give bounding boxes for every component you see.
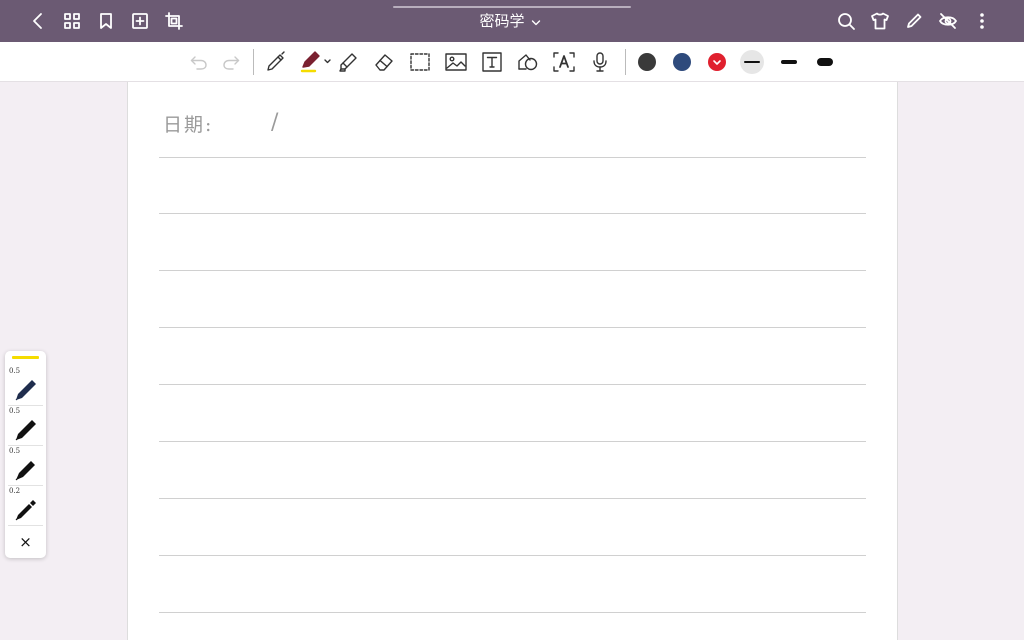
text-box-icon[interactable] [480,50,504,74]
stroke-thick-preview [817,58,833,66]
search-icon[interactable] [834,9,858,33]
notebook-title-text: 密码学 [479,12,525,30]
title-bar: 密码学 [0,0,1024,42]
chevron-down-icon [531,12,541,32]
color-swatch-red-selected[interactable] [708,53,726,71]
ruled-line [159,555,866,556]
pen-divider [8,405,43,406]
ballpoint-pen-icon [15,420,36,441]
ruled-line [159,327,866,328]
chevron-down-icon [713,60,721,65]
pen-divider [8,525,43,526]
ruled-line [159,441,866,442]
marker-icon[interactable] [300,50,334,74]
pen-preset-2[interactable]: 0.5 [5,407,46,447]
shirt-theme-icon[interactable] [868,9,892,33]
eraser-icon[interactable] [372,50,396,74]
pen-divider [8,485,43,486]
ruled-line [159,498,866,499]
pen-divider [8,445,43,446]
stroke-thin-button[interactable] [740,50,764,74]
undo-icon[interactable] [187,50,211,74]
pen-size-label: 0.5 [9,367,21,375]
window-drag-handle[interactable] [393,6,631,8]
ocr-text-icon[interactable] [552,50,576,74]
close-palette-button[interactable]: × [5,532,46,552]
image-icon[interactable] [444,50,468,74]
color-swatch-navy[interactable] [673,53,691,71]
stroke-thick-button[interactable] [814,50,836,74]
stroke-medium-preview [781,60,797,64]
tool-bar [0,42,1024,82]
ruled-line [159,612,866,613]
toolbar-separator [253,49,254,75]
date-label: 日期: [163,114,214,136]
note-page[interactable]: 日期: / [127,82,898,640]
stroke-thin-preview [744,61,760,63]
pencil-icon[interactable] [902,9,926,33]
highlighter-color-indicator[interactable] [12,356,39,359]
brush-pen-icon [15,461,35,481]
pen-preset-3[interactable]: 0.5 [5,447,46,487]
pen-size-label: 0.5 [9,447,21,455]
microphone-icon[interactable] [588,50,612,74]
back-icon[interactable] [26,9,50,33]
grid-view-icon[interactable] [60,9,84,33]
ruled-line [159,213,866,214]
stroke-medium-button[interactable] [778,50,800,74]
pen-preset-1[interactable]: 0.5 [5,367,46,407]
pencil-tool-icon [15,500,36,521]
crop-icon[interactable] [162,9,186,33]
redo-icon[interactable] [219,50,243,74]
toolbar-separator [625,49,626,75]
highlighter-icon[interactable] [336,50,360,74]
more-vertical-icon[interactable] [970,9,994,33]
bookmark-icon[interactable] [94,9,118,33]
notebook-title[interactable]: 密码学 [440,11,580,32]
eye-off-icon[interactable] [936,9,960,33]
pen-preset-4[interactable]: 0.2 [5,487,46,527]
ruled-line [159,270,866,271]
pen-size-label: 0.5 [9,407,21,415]
lasso-select-icon[interactable] [408,50,432,74]
color-swatch-dark-gray[interactable] [638,53,656,71]
ruled-line [159,157,866,158]
fountain-pen-icon [15,380,36,401]
shape-icon[interactable] [516,50,540,74]
ruled-line [159,384,866,385]
add-page-icon[interactable] [128,9,152,33]
date-separator: / [271,110,279,135]
pen-icon[interactable] [264,50,288,74]
pen-palette: 0.5 0.5 0.5 0.2 × [5,351,46,558]
pen-size-label: 0.2 [9,487,21,495]
